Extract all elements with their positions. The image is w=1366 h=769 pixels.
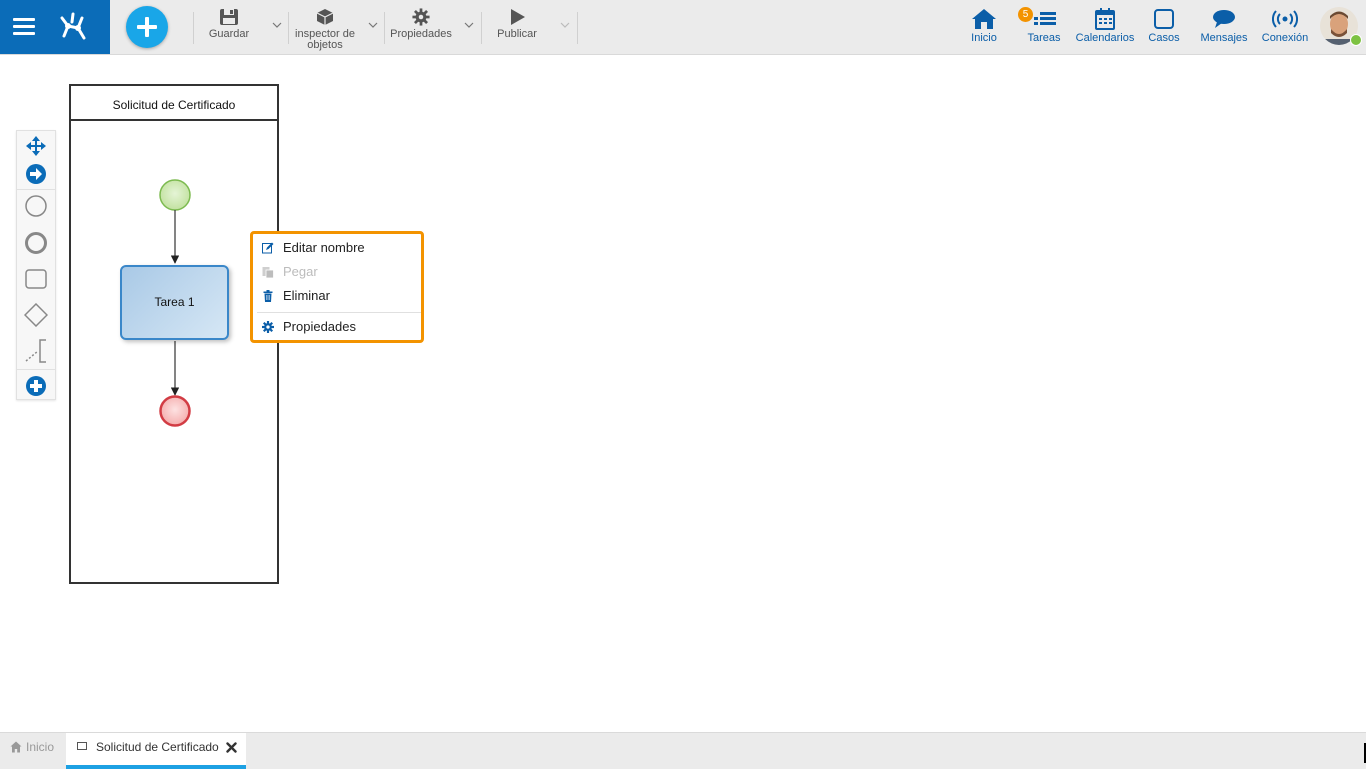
toolbar-separator: [384, 12, 385, 44]
start-event[interactable]: [159, 179, 191, 211]
trash-icon: [263, 290, 273, 302]
active-tab-indicator: [66, 765, 246, 769]
nav-messages-label: Mensajes: [1200, 32, 1248, 44]
publish-button[interactable]: Publicar: [493, 8, 541, 52]
chevron-down-icon: [560, 22, 570, 28]
nav-connection-label: Conexión: [1261, 32, 1309, 44]
gear-icon: [412, 8, 430, 26]
play-icon: [511, 9, 525, 25]
tasks-count-badge: 5: [1018, 7, 1033, 22]
menu-item-paste-label: Pegar: [283, 264, 318, 279]
nav-messages[interactable]: Mensajes: [1199, 8, 1249, 52]
chevron-down-icon[interactable]: [464, 20, 474, 30]
menu-item-properties-label: Propiedades: [283, 319, 356, 334]
process-diagram: [159, 179, 191, 427]
nav-calendars[interactable]: Calendarios: [1074, 8, 1136, 52]
object-inspector-button[interactable]: inspector de objetos: [292, 8, 358, 52]
tab-home-label: Inicio: [26, 740, 55, 754]
properties-label: Propiedades: [390, 28, 452, 40]
end-event[interactable]: [159, 395, 191, 427]
calendar-icon: [1095, 8, 1115, 30]
home-icon: [972, 9, 996, 29]
inspector-label-line2: objetos: [307, 39, 343, 51]
tab-home[interactable]: Inicio: [0, 733, 64, 769]
edit-icon: [262, 242, 274, 254]
toolbar-separator: [481, 12, 482, 44]
menu-separator: [257, 312, 421, 313]
chevron-down-icon[interactable]: [368, 20, 378, 30]
tab-process-label: Solicitud de Certificado: [96, 740, 219, 754]
context-menu: Editar nombre Pegar Eliminar Propiedades: [250, 231, 424, 343]
nav-cases[interactable]: Casos: [1145, 8, 1183, 52]
document-tab-icon: [77, 742, 87, 750]
paste-icon: [262, 267, 274, 278]
nav-connection[interactable]: Conexión: [1259, 8, 1311, 52]
task-node[interactable]: Tarea 1: [120, 265, 229, 340]
nav-cases-label: Casos: [1148, 32, 1180, 44]
properties-button[interactable]: Propiedades: [388, 8, 454, 52]
nav-tasks-label: Tareas: [1027, 32, 1061, 44]
gear-icon: [262, 321, 274, 333]
chat-bubble-icon: [1213, 10, 1235, 28]
nav-tasks[interactable]: 5 Tareas: [1018, 7, 1064, 52]
nav-calendars-label: Calendarios: [1075, 32, 1135, 44]
cube-icon: [316, 9, 334, 25]
tab-process-document[interactable]: Solicitud de Certificado: [66, 733, 246, 769]
nav-home[interactable]: Inicio: [964, 8, 1004, 52]
close-icon[interactable]: [226, 742, 237, 753]
online-status-dot: [1350, 34, 1362, 46]
home-icon: [10, 741, 22, 753]
toolbar-separator: [577, 12, 578, 44]
case-square-icon: [1154, 9, 1174, 29]
broadcast-icon: [1272, 10, 1298, 28]
menu-item-edit-name-label: Editar nombre: [283, 240, 365, 255]
tasks-icon: [1034, 12, 1056, 25]
menu-item-delete-label: Eliminar: [283, 288, 330, 303]
bottom-tab-bar: Inicio Solicitud de Certificado: [0, 732, 1366, 769]
nav-home-label: Inicio: [971, 32, 997, 44]
publish-label: Publicar: [497, 28, 537, 40]
task-label: Tarea 1: [154, 295, 195, 309]
